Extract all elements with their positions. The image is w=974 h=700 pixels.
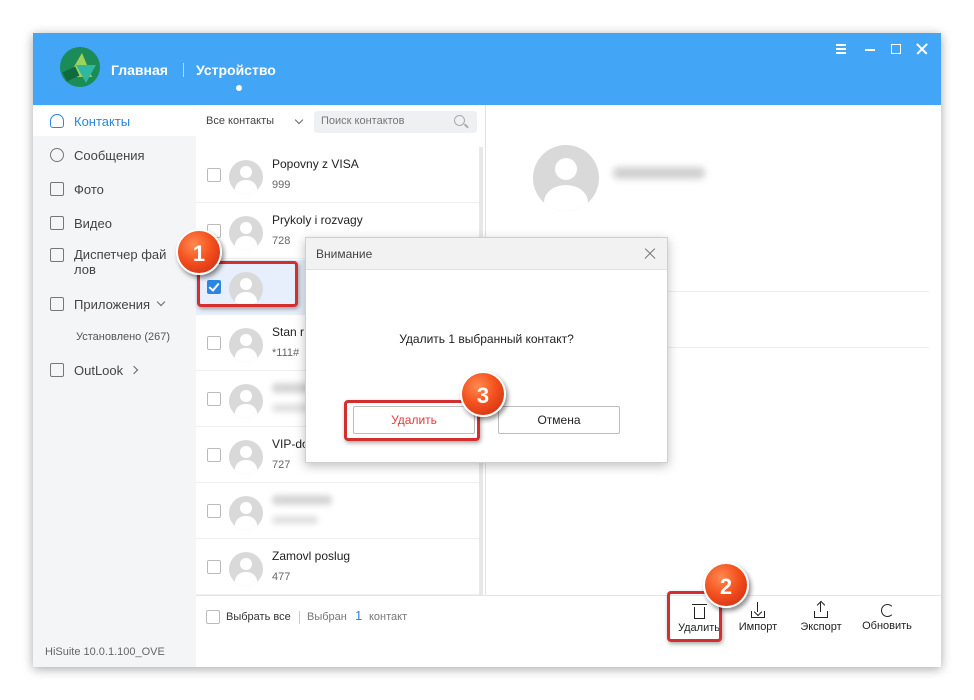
step-badge-2: 2 <box>703 562 749 608</box>
dialog-message: Удалить 1 выбранный контакт? <box>399 332 574 346</box>
step-badge-1: 1 <box>176 229 222 275</box>
close-icon[interactable] <box>643 247 657 261</box>
highlight-confirm-button <box>344 400 480 441</box>
cancel-button[interactable]: Отмена <box>498 406 620 434</box>
annotation-overlay: Внимание Удалить 1 выбранный контакт? Уд… <box>0 0 974 700</box>
step-badge-3: 3 <box>460 371 506 417</box>
dialog-header: Внимание <box>306 238 667 270</box>
dialog-title: Внимание <box>316 247 373 261</box>
